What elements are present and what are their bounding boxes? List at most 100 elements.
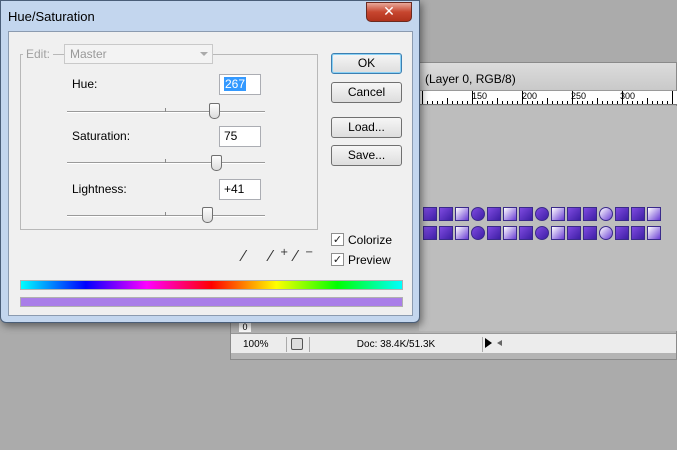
ruler-tick — [502, 101, 503, 104]
ruler-tick — [562, 101, 563, 104]
status-icon[interactable] — [291, 338, 303, 350]
ruler-tick — [652, 101, 653, 104]
toolbar-glyph-icon — [423, 207, 437, 221]
ruler-label: 150 — [472, 91, 488, 101]
document-title: (Layer 0, RGB/8) — [425, 72, 516, 86]
dialog-title: Hue/Saturation — [8, 9, 95, 24]
ruler-tick — [572, 91, 573, 104]
ruler-tick — [432, 101, 433, 104]
ruler-zero-label: 0 — [239, 322, 251, 332]
load-button[interactable]: Load... — [331, 117, 402, 138]
ruler-tick — [512, 101, 513, 104]
ruler-tick — [487, 101, 488, 104]
ruler-tick — [622, 91, 623, 104]
eyedropper-plus-icon[interactable]: ⁄ + — [269, 247, 288, 265]
ruler-tick — [507, 101, 508, 104]
ruler-tick — [607, 101, 608, 104]
dialog-body: Edit: Master Hue: 267 Saturation: 75 Lig… — [8, 31, 413, 316]
hue-slider-thumb[interactable] — [208, 103, 220, 119]
toolbar-glyph-icon — [503, 207, 517, 221]
ruler-tick — [422, 91, 423, 104]
ruler-label: 200 — [522, 91, 538, 101]
toolbar-glyph-icon — [487, 226, 501, 240]
cancel-button[interactable]: Cancel — [331, 82, 402, 103]
ruler-tick — [587, 101, 588, 104]
toolbar-glyph-icon — [471, 226, 485, 240]
ruler-tick — [637, 101, 638, 104]
ruler-tick — [667, 101, 668, 104]
ruler-tick — [532, 101, 533, 104]
status-menu-arrow-icon[interactable] — [485, 338, 492, 348]
toolbar-glyph-icon — [583, 207, 597, 221]
colorize-label[interactable]: Colorize — [348, 233, 392, 247]
ruler-tick — [617, 101, 618, 104]
hue-saturation-dialog: Hue/Saturation ✕ Edit: Master Hue: 267 S… — [0, 0, 420, 323]
color-spectrum-bar — [20, 280, 403, 290]
lightness-label: Lightness: — [72, 182, 127, 196]
saturation-label: Saturation: — [72, 129, 131, 143]
ruler-tick — [462, 101, 463, 104]
ruler-tick — [427, 101, 428, 104]
ruler-tick — [492, 101, 493, 104]
toolbar-glyph-icon — [599, 226, 613, 240]
eyedropper-minus-icon[interactable]: ⁄ − — [294, 247, 313, 265]
ruler-tick — [437, 101, 438, 104]
ruler-tick — [457, 101, 458, 104]
ruler-tick — [597, 98, 598, 104]
ruler-tick — [662, 101, 663, 104]
ruler-tick — [472, 91, 473, 104]
ruler-tick — [647, 98, 648, 104]
toolbar-glyph-icon — [567, 207, 581, 221]
toolbar-glyph-icon — [599, 207, 613, 221]
preview-checkbox[interactable]: ✓ — [331, 253, 344, 266]
ruler-label: 250 — [571, 91, 587, 101]
hue-slider-track[interactable] — [67, 108, 265, 113]
toolbar-glyph-icon — [455, 207, 469, 221]
toolbar-glyph-icon — [551, 207, 565, 221]
lightness-slider-track[interactable] — [67, 212, 265, 217]
ruler-tick — [547, 98, 548, 104]
ruler-tick — [452, 101, 453, 104]
edit-dropdown[interactable]: Master — [64, 44, 213, 64]
edit-dropdown-value: Master — [70, 47, 107, 61]
doc-size-info[interactable]: Doc: 38.4K/51.3K — [309, 337, 483, 352]
ruler-tick — [632, 101, 633, 104]
document-canvas[interactable] — [419, 106, 677, 331]
lightness-slider-thumb[interactable] — [201, 207, 213, 223]
scroll-left-arrow-icon[interactable] — [497, 340, 502, 346]
toolbar-glyph-icon — [647, 226, 661, 240]
hue-label: Hue: — [72, 77, 98, 91]
ruler-tick — [577, 101, 578, 104]
zoom-field[interactable]: 100% — [237, 337, 287, 352]
toolbar-glyph-icon — [439, 226, 453, 240]
ruler-tick — [567, 101, 568, 104]
lightness-input[interactable]: +41 — [219, 179, 261, 200]
hue-input[interactable]: 267 — [219, 74, 261, 95]
toolbar-glyph-icon — [503, 226, 517, 240]
ruler-tick — [482, 101, 483, 104]
saturation-input[interactable]: 75 — [219, 126, 261, 147]
toolbar-glyph-icon — [583, 226, 597, 240]
ruler-tick — [672, 91, 673, 104]
slider-tick — [165, 212, 166, 216]
dialog-titlebar[interactable]: Hue/Saturation ✕ — [1, 1, 419, 31]
toolbar-glyph-icon — [519, 207, 533, 221]
saturation-slider-track[interactable] — [67, 159, 265, 164]
save-button[interactable]: Save... — [331, 145, 402, 166]
ruler-tick — [557, 101, 558, 104]
eyedropper-icon[interactable]: ⁄ — [242, 247, 258, 265]
ruler-tick — [582, 101, 583, 104]
colorize-checkbox[interactable]: ✓ — [331, 233, 344, 246]
ruler-tick — [602, 101, 603, 104]
edit-label: Edit: — [23, 44, 54, 64]
preview-label[interactable]: Preview — [348, 253, 391, 267]
toolbar-glyph-icon — [647, 207, 661, 221]
ok-button[interactable]: OK — [331, 53, 402, 74]
close-button[interactable]: ✕ — [366, 2, 412, 22]
ruler-tick — [447, 98, 448, 104]
saturation-slider-thumb[interactable] — [210, 155, 222, 171]
chevron-down-icon — [200, 52, 208, 56]
toolbar-glyph-icon — [487, 207, 501, 221]
ruler-tick — [542, 101, 543, 104]
ruler-tick — [477, 101, 478, 104]
